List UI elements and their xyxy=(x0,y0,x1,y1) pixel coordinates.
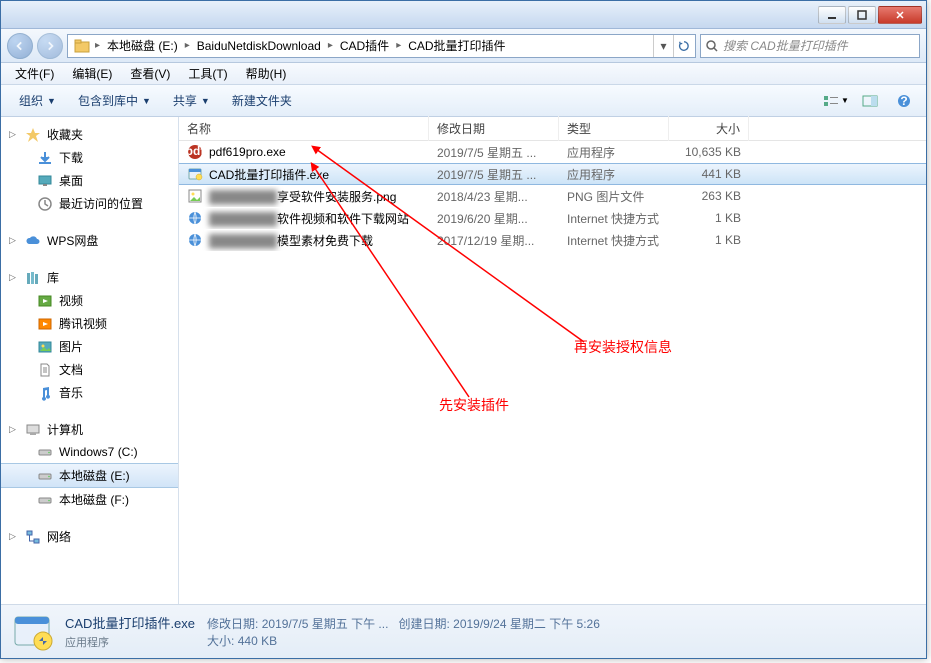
breadcrumb[interactable]: CAD批量打印插件 xyxy=(402,35,511,56)
search-placeholder: 搜索 CAD批量打印插件 xyxy=(723,37,848,54)
file-row[interactable]: CAD批量打印插件.exe2019/7/5 星期五 ...应用程序441 KB xyxy=(179,163,926,185)
address-bar[interactable]: ▸ 本地磁盘 (E:) ▸ BaiduNetdiskDownload ▸ CAD… xyxy=(67,34,696,58)
sidebar-item-pictures[interactable]: 图片 xyxy=(1,335,178,358)
network-icon xyxy=(25,529,41,545)
column-type[interactable]: 类型 xyxy=(559,116,669,141)
sidebar-item-drive-f[interactable]: 本地磁盘 (F:) xyxy=(1,488,178,511)
breadcrumb[interactable]: CAD插件 xyxy=(334,35,395,56)
chevron-right-icon: ▸ xyxy=(327,40,334,51)
share-button[interactable]: 共享 ▼ xyxy=(163,88,220,113)
video-icon xyxy=(37,316,53,332)
details-filetype: 应用程序 xyxy=(65,634,195,650)
back-button[interactable] xyxy=(7,33,33,59)
address-row: ▸ 本地磁盘 (E:) ▸ BaiduNetdiskDownload ▸ CAD… xyxy=(1,29,926,63)
computer-icon xyxy=(25,422,41,438)
forward-button[interactable] xyxy=(37,33,63,59)
new-folder-button[interactable]: 新建文件夹 xyxy=(222,88,302,113)
svg-text:pdf: pdf xyxy=(187,144,203,158)
column-name[interactable]: 名称 xyxy=(179,116,429,141)
menu-file[interactable]: 文件(F) xyxy=(7,63,62,84)
sidebar-computer-header[interactable]: ▷计算机 xyxy=(1,418,178,441)
sidebar-network-header[interactable]: ▷网络 xyxy=(1,525,178,548)
column-date[interactable]: 修改日期 xyxy=(429,116,559,141)
include-in-library-button[interactable]: 包含到库中 ▼ xyxy=(68,88,161,113)
organize-button[interactable]: 组织 ▼ xyxy=(9,88,66,113)
sidebar-item-tencent-video[interactable]: 腾讯视频 xyxy=(1,312,178,335)
file-row[interactable]: ████████享受软件安装服务.png2018/4/23 星期...PNG 图… xyxy=(179,185,926,207)
details-meta: 修改日期: 2019/7/5 星期五 下午 ... 创建日期: 2019/9/2… xyxy=(207,615,600,649)
folder-icon xyxy=(74,38,90,54)
sidebar: ▷收藏夹 下载 桌面 最近访问的位置 ▷WPS网盘 ▷库 视频 腾讯视频 图片 … xyxy=(1,117,179,604)
video-icon xyxy=(37,293,53,309)
sidebar-item-downloads[interactable]: 下载 xyxy=(1,146,178,169)
breadcrumb[interactable]: BaiduNetdiskDownload xyxy=(191,37,327,55)
sidebar-item-drive-c[interactable]: Windows7 (C:) xyxy=(1,441,178,463)
file-row[interactable]: ████████模型素材免费下载2017/12/19 星期...Internet… xyxy=(179,229,926,251)
details-filename: CAD批量打印插件.exe xyxy=(65,613,195,632)
sidebar-libraries-header[interactable]: ▷库 xyxy=(1,266,178,289)
explorer-window: ▸ 本地磁盘 (E:) ▸ BaiduNetdiskDownload ▸ CAD… xyxy=(0,0,927,659)
drive-icon xyxy=(37,444,53,460)
file-row[interactable]: pdfpdf619pro.exe2019/7/5 星期五 ...应用程序10,6… xyxy=(179,141,926,163)
sidebar-item-drive-e[interactable]: 本地磁盘 (E:) xyxy=(1,463,178,488)
file-list[interactable]: pdfpdf619pro.exe2019/7/5 星期五 ...应用程序10,6… xyxy=(179,141,926,604)
breadcrumb[interactable]: 本地磁盘 (E:) xyxy=(101,35,184,56)
chevron-right-icon: ▸ xyxy=(395,40,402,51)
menu-help[interactable]: 帮助(H) xyxy=(238,63,295,84)
sidebar-item-documents[interactable]: 文档 xyxy=(1,358,178,381)
chevron-right-icon: ▸ xyxy=(94,40,101,51)
sidebar-item-videos[interactable]: 视频 xyxy=(1,289,178,312)
column-headers: 名称 修改日期 类型 大小 xyxy=(179,117,926,141)
view-options-button[interactable]: ▼ xyxy=(822,90,850,112)
menu-edit[interactable]: 编辑(E) xyxy=(64,63,120,84)
exe-icon xyxy=(11,611,53,653)
column-size[interactable]: 大小 xyxy=(669,116,749,141)
drive-icon xyxy=(37,468,53,484)
download-icon xyxy=(37,150,53,166)
cloud-icon xyxy=(25,233,41,249)
recent-icon xyxy=(37,196,53,212)
chevron-right-icon: ▸ xyxy=(184,40,191,51)
minimize-button[interactable] xyxy=(818,6,846,24)
search-input[interactable]: 搜索 CAD批量打印插件 xyxy=(700,34,920,58)
sidebar-item-recent[interactable]: 最近访问的位置 xyxy=(1,192,178,215)
preview-pane-button[interactable] xyxy=(856,90,884,112)
document-icon xyxy=(37,362,53,378)
details-pane: CAD批量打印插件.exe 应用程序 修改日期: 2019/7/5 星期五 下午… xyxy=(1,604,926,658)
help-button[interactable]: ? xyxy=(890,90,918,112)
picture-icon xyxy=(37,339,53,355)
drive-icon xyxy=(37,492,53,508)
sidebar-wps-header[interactable]: ▷WPS网盘 xyxy=(1,229,178,252)
maximize-button[interactable] xyxy=(848,6,876,24)
body: ▷收藏夹 下载 桌面 最近访问的位置 ▷WPS网盘 ▷库 视频 腾讯视频 图片 … xyxy=(1,117,926,604)
desktop-icon xyxy=(37,173,53,189)
address-dropdown[interactable]: ▾ xyxy=(653,35,673,57)
titlebar xyxy=(1,1,926,29)
refresh-button[interactable] xyxy=(673,35,693,57)
menu-view[interactable]: 查看(V) xyxy=(122,63,178,84)
file-row[interactable]: ████████软件视频和软件下载网站2019/6/20 星期...Intern… xyxy=(179,207,926,229)
sidebar-item-desktop[interactable]: 桌面 xyxy=(1,169,178,192)
library-icon xyxy=(25,270,41,286)
search-icon xyxy=(705,39,719,53)
sidebar-favorites-header[interactable]: ▷收藏夹 xyxy=(1,123,178,146)
file-pane: 名称 修改日期 类型 大小 pdfpdf619pro.exe2019/7/5 星… xyxy=(179,117,926,604)
music-icon xyxy=(37,385,53,401)
menu-tools[interactable]: 工具(T) xyxy=(180,63,235,84)
svg-text:?: ? xyxy=(900,94,907,108)
menubar: 文件(F) 编辑(E) 查看(V) 工具(T) 帮助(H) xyxy=(1,63,926,85)
close-button[interactable] xyxy=(878,6,922,24)
sidebar-item-music[interactable]: 音乐 xyxy=(1,381,178,404)
star-icon xyxy=(25,127,41,143)
toolbar: 组织 ▼ 包含到库中 ▼ 共享 ▼ 新建文件夹 ▼ ? xyxy=(1,85,926,117)
